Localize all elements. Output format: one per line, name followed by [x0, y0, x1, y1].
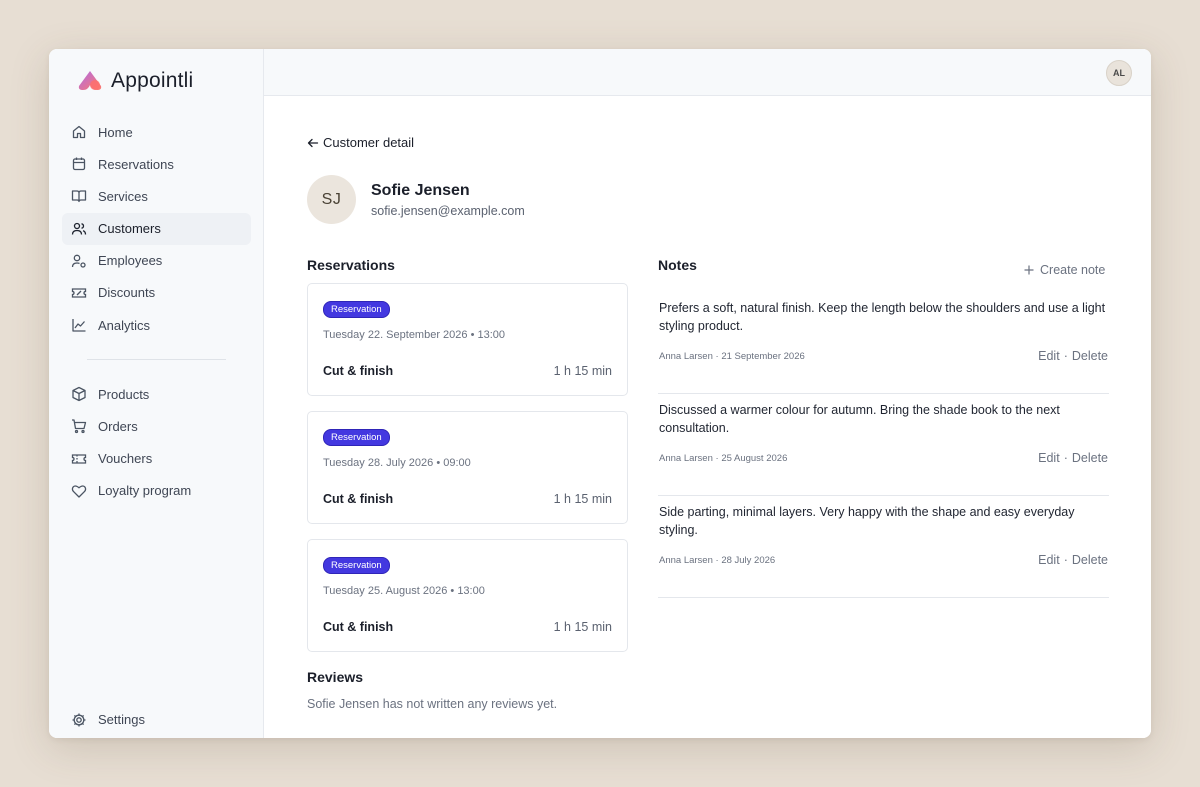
- book-icon: [71, 190, 87, 203]
- sidebar-item-employees[interactable]: Employees: [62, 245, 251, 277]
- sidebar-item-label: Settings: [98, 712, 145, 728]
- sidebar-divider: [87, 359, 226, 361]
- user-avatar[interactable]: AL: [1106, 60, 1132, 86]
- reservation-badge: Reservation: [323, 301, 390, 318]
- chart-line-icon: [72, 319, 86, 332]
- sidebar-item-label: Services: [98, 188, 148, 204]
- reservation-card[interactable]: Reservation Tuesday 25. August 2026 • 13…: [307, 539, 628, 652]
- calendar-icon: [72, 157, 86, 171]
- sidebar: Appointli Home Reservations Services Cus…: [49, 49, 264, 738]
- reservation-card[interactable]: Reservation Tuesday 22. September 2026 •…: [307, 283, 628, 396]
- note-actions-separator: ·: [1063, 451, 1068, 465]
- sidebar-item-label: Analytics: [98, 317, 151, 333]
- note-delete-link[interactable]: Delete: [1072, 553, 1108, 567]
- reservation-date: Tuesday 25. August 2026 • 13:00: [323, 585, 485, 597]
- note-item: Prefers a soft, natural finish. Keep the…: [658, 292, 1109, 394]
- sidebar-item-settings[interactable]: Settings: [62, 704, 251, 736]
- users-icon: [71, 222, 87, 235]
- reservation-badge: Reservation: [323, 557, 390, 574]
- note-item: Discussed a warmer colour for autumn. Br…: [658, 394, 1109, 496]
- sidebar-item-loyalty-program[interactable]: Loyalty program: [62, 475, 251, 507]
- plus-icon: [1024, 265, 1034, 275]
- note-text: Discussed a warmer colour for autumn. Br…: [659, 403, 1060, 435]
- heart-icon: [71, 485, 87, 498]
- sidebar-item-label: Orders: [98, 418, 138, 434]
- note-delete-link[interactable]: Delete: [1072, 349, 1108, 363]
- reservation-date: Tuesday 28. July 2026 • 09:00: [323, 457, 471, 469]
- back-link[interactable]: Customer detail: [307, 135, 414, 150]
- reservation-service: Cut & finish: [323, 620, 394, 634]
- top-bar: AL: [264, 49, 1151, 96]
- sidebar-item-customers[interactable]: Customers: [62, 212, 251, 245]
- reservation-duration: 1 h 15 min: [553, 492, 612, 506]
- app-window: Appointli Home Reservations Services Cus…: [49, 49, 1151, 738]
- voucher-icon: [71, 453, 87, 464]
- note-actions-separator: ·: [1063, 553, 1068, 567]
- note-delete-link[interactable]: Delete: [1072, 451, 1108, 465]
- customer-avatar: SJ: [307, 175, 356, 224]
- reviews-empty-state: Sofie Jensen has not written any reviews…: [307, 697, 558, 711]
- note-edit-link[interactable]: Edit: [1038, 451, 1060, 465]
- sidebar-item-services[interactable]: Services: [62, 180, 251, 212]
- sidebar-item-label: Customers: [98, 221, 161, 237]
- ticket-icon: [71, 288, 87, 298]
- arrow-left-icon: [307, 138, 319, 147]
- sidebar-item-analytics[interactable]: Analytics: [62, 309, 251, 341]
- sidebar-item-discounts[interactable]: Discounts: [62, 277, 251, 309]
- note-edit-link[interactable]: Edit: [1038, 553, 1060, 567]
- sidebar-item-home[interactable]: Home: [62, 116, 251, 148]
- brand[interactable]: Appointli: [77, 69, 193, 93]
- page-title: Customer detail: [323, 135, 415, 150]
- note-actions: Edit · Delete: [1038, 349, 1108, 363]
- sidebar-item-reservations[interactable]: Reservations: [62, 148, 251, 180]
- notes-heading: Notes: [658, 257, 697, 273]
- customer-name: Sofie Jensen: [371, 182, 470, 199]
- brand-name: Appointli: [111, 69, 194, 92]
- note-meta: Anna Larsen · 21 September 2026: [659, 351, 805, 362]
- note-meta: Anna Larsen · 28 July 2026: [659, 555, 776, 566]
- reservation-service: Cut & finish: [323, 364, 394, 378]
- note-text: Prefers a soft, natural finish. Keep the…: [659, 301, 1106, 333]
- sidebar-item-products[interactable]: Products: [62, 378, 251, 410]
- sidebar-item-label: Discounts: [98, 285, 156, 301]
- customer-email: sofie.jensen@example.com: [371, 204, 525, 218]
- gear-icon: [72, 713, 86, 727]
- note-item: Side parting, minimal layers. Very happy…: [658, 496, 1109, 598]
- sidebar-settings: Settings: [62, 704, 251, 736]
- sidebar-item-label: Reservations: [98, 156, 174, 172]
- sidebar-item-vouchers[interactable]: Vouchers: [62, 443, 251, 475]
- cart-icon: [72, 419, 87, 434]
- reservation-badge: Reservation: [323, 429, 390, 446]
- sidebar-item-label: Employees: [98, 253, 163, 269]
- user-cog-icon: [71, 254, 86, 268]
- sidebar-item-orders[interactable]: Orders: [62, 410, 251, 442]
- reservation-service: Cut & finish: [323, 492, 394, 506]
- note-meta: Anna Larsen · 25 August 2026: [659, 453, 788, 464]
- note-actions: Edit · Delete: [1038, 553, 1108, 567]
- sidebar-item-label: Home: [98, 124, 133, 140]
- brand-logo-icon: [78, 71, 102, 90]
- reservation-duration: 1 h 15 min: [553, 620, 612, 634]
- note-text: Side parting, minimal layers. Very happy…: [659, 505, 1075, 537]
- note-actions-separator: ·: [1063, 349, 1068, 363]
- main-content: AL Customer detail SJ Sofie Jensen sofie…: [264, 49, 1151, 738]
- reservation-duration: 1 h 15 min: [553, 364, 612, 378]
- sidebar-item-label: Products: [98, 386, 150, 402]
- sidebar-item-label: Loyalty program: [98, 483, 192, 499]
- home-icon: [72, 125, 86, 139]
- reservations-heading: Reservations: [307, 257, 395, 273]
- sidebar-item-label: Vouchers: [98, 451, 153, 466]
- note-edit-link[interactable]: Edit: [1038, 349, 1060, 363]
- reservation-card[interactable]: Reservation Tuesday 28. July 2026 • 09:0…: [307, 411, 628, 524]
- box-icon: [72, 386, 86, 402]
- create-note-button[interactable]: Create note: [1024, 263, 1105, 277]
- create-note-label: Create note: [1040, 263, 1106, 277]
- note-actions: Edit · Delete: [1038, 451, 1108, 465]
- reviews-heading: Reviews: [307, 669, 364, 685]
- reservation-date: Tuesday 22. September 2026 • 13:00: [323, 329, 506, 341]
- sidebar-nav: Home Reservations Services Customers Emp…: [62, 116, 251, 507]
